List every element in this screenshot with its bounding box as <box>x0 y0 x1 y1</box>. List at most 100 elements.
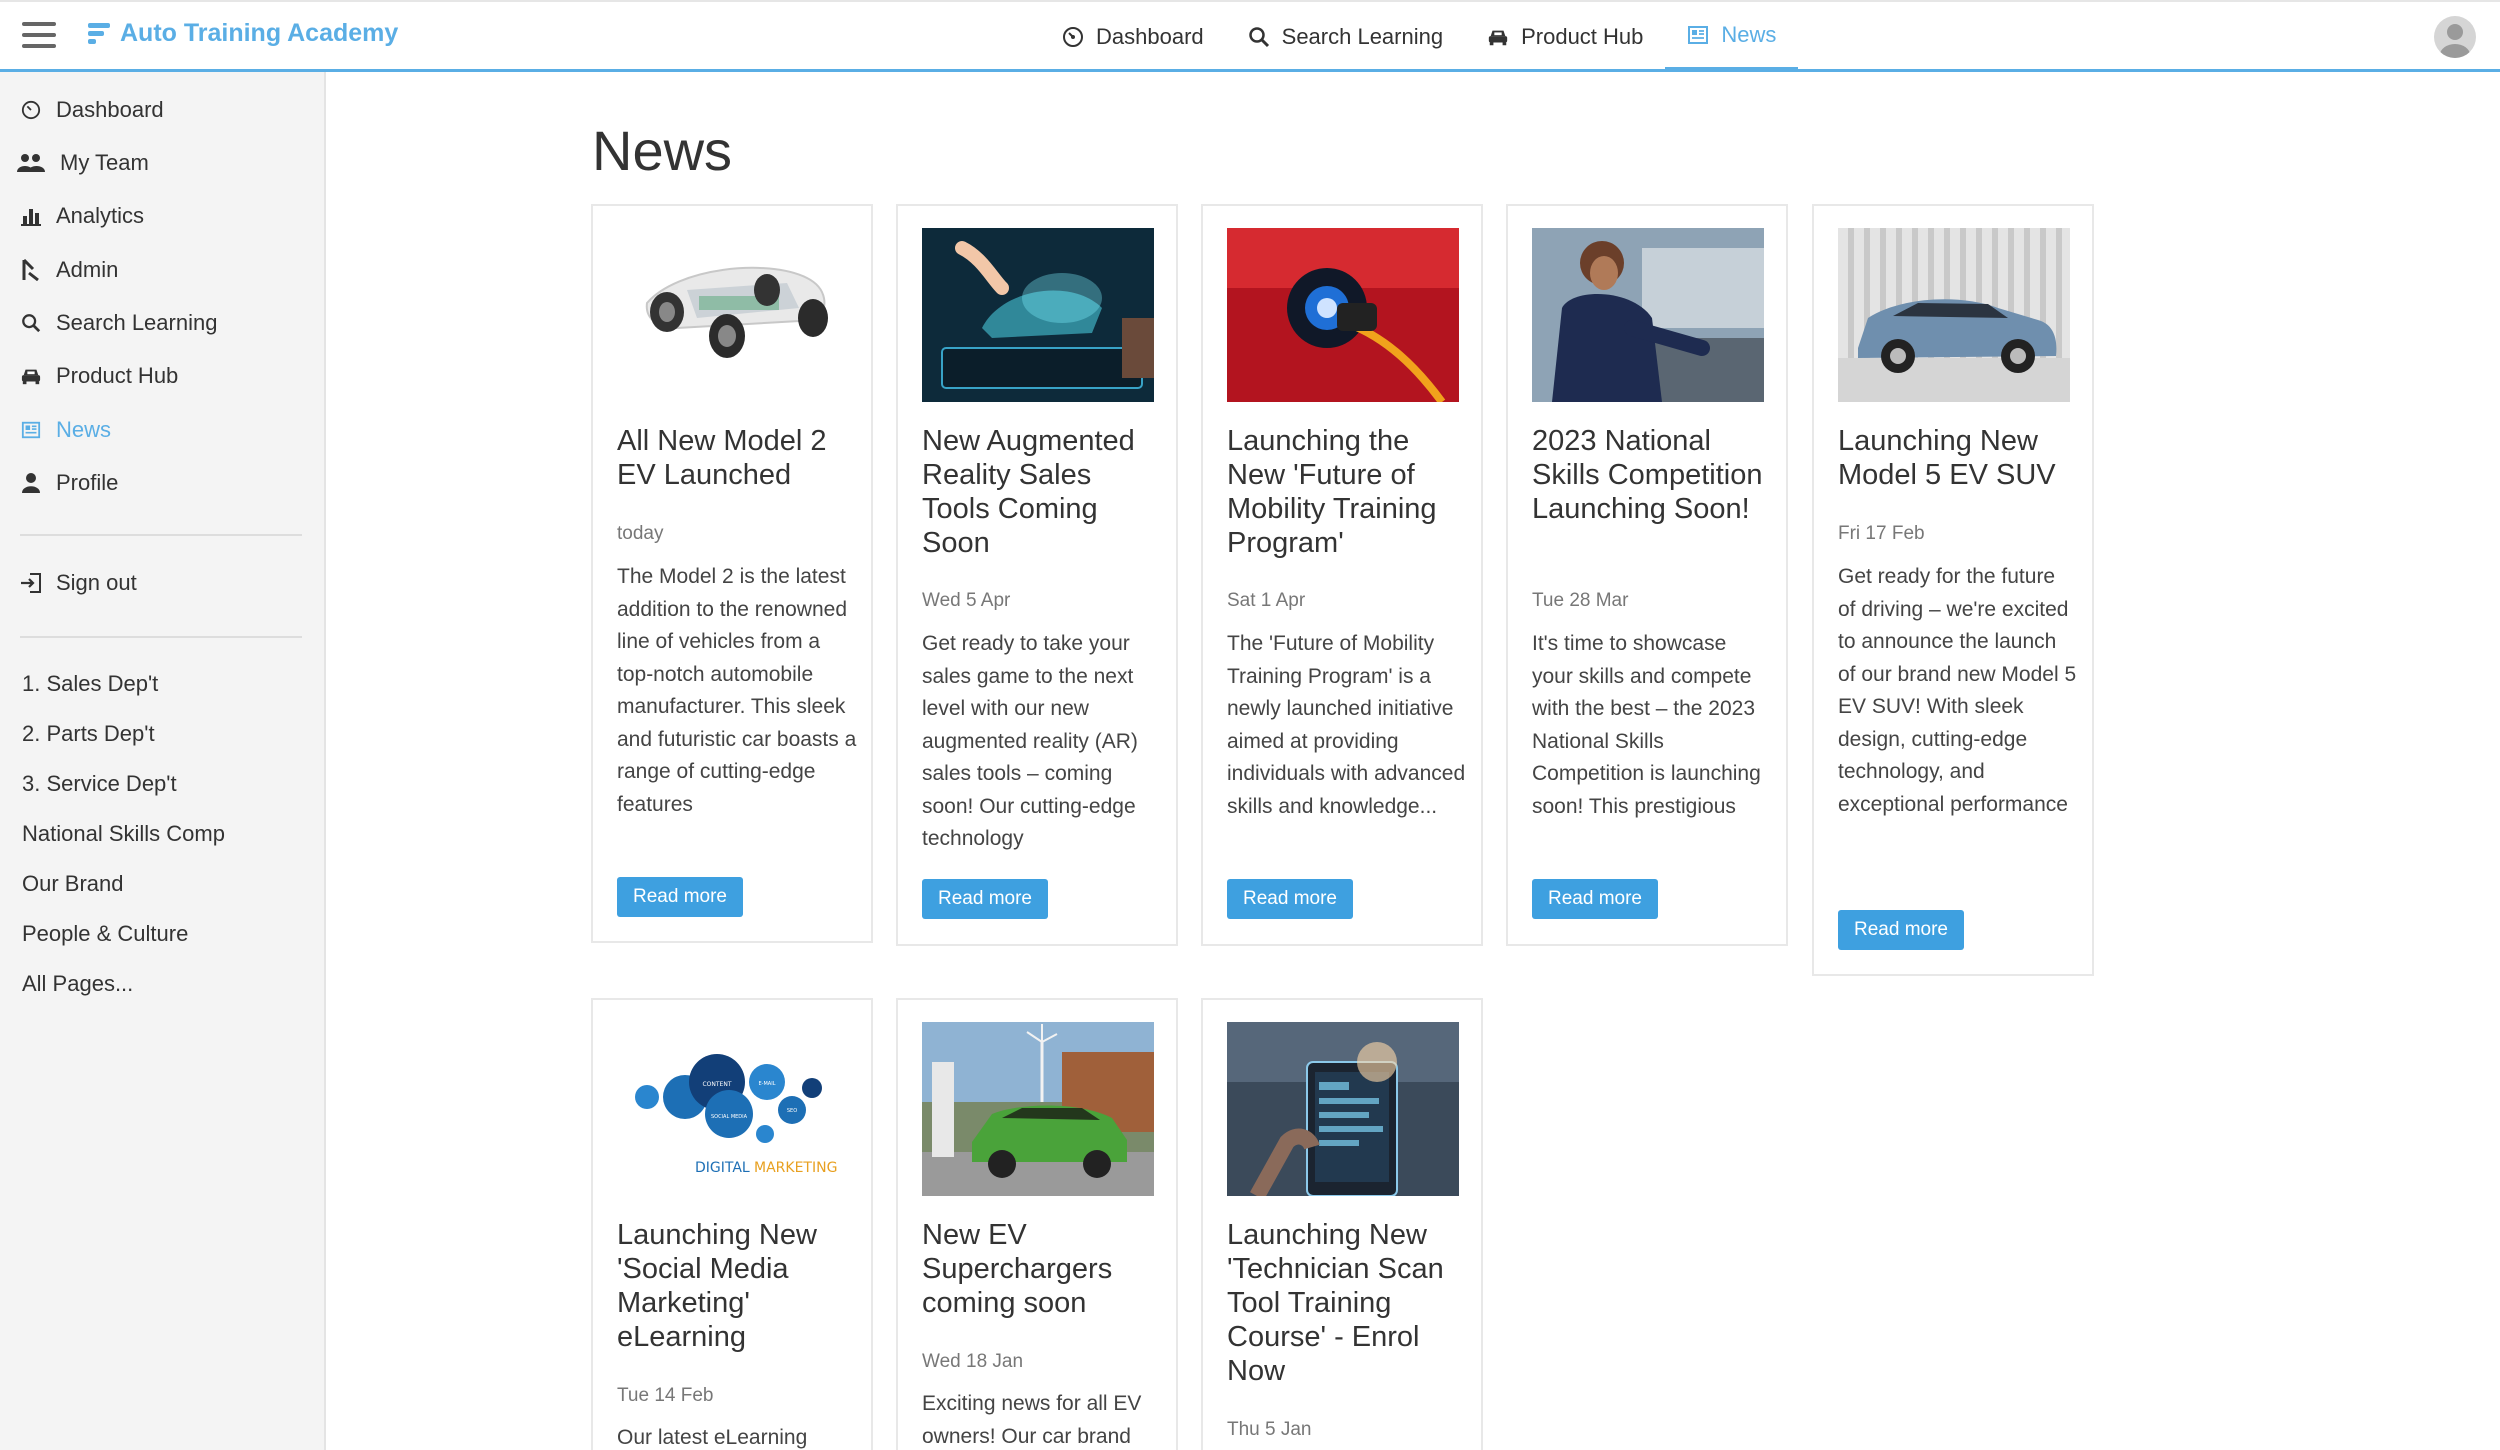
sidebar-item-search-learning[interactable]: Search Learning <box>20 310 217 336</box>
news-card-title[interactable]: All New Model 2 EV Launched <box>617 424 857 492</box>
top-bar: Auto Training Academy Dashboard Search L… <box>0 0 2500 72</box>
avatar[interactable] <box>2434 16 2476 58</box>
marketing-image-text: SEO <box>787 1108 797 1114</box>
news-card-title[interactable]: New Augmented Reality Sales Tools Coming… <box>922 424 1162 560</box>
sidebar-item-admin[interactable]: Admin <box>20 257 118 283</box>
sidebar-item-label: Analytics <box>56 203 145 228</box>
news-card-date: Wed 5 Apr <box>922 590 1011 611</box>
tab-label: Product Hub <box>1521 23 1644 49</box>
marketing-image-text: DIGITAL <box>695 1160 750 1176</box>
brand-name: Auto Training Academy <box>120 19 399 47</box>
read-more-button[interactable]: Read more <box>1838 910 1964 950</box>
news-card[interactable]: All New Model 2 EV Launched today The Mo… <box>591 204 873 943</box>
sidebar: Dashboard My Team Analytics Admin Search… <box>0 72 326 1450</box>
news-card-title[interactable]: Launching the New 'Future of Mobility Tr… <box>1227 424 1467 560</box>
digital-marketing-image: CONTENT SOCIAL MEDIA E-MAIL SEO DIGITAL … <box>617 1022 849 1196</box>
sidebar-link-national-skills[interactable]: National Skills Comp <box>22 821 225 847</box>
sidebar-divider <box>20 534 302 536</box>
brand-logo-icon <box>88 21 110 47</box>
car-icon <box>20 365 42 387</box>
news-card-excerpt: The 'Future of Mobility Training Program… <box>1227 632 1466 818</box>
technician-image <box>1532 228 1764 402</box>
sidebar-divider <box>20 636 302 638</box>
sidebar-link-our-brand[interactable]: Our Brand <box>22 871 124 897</box>
sidebar-item-label: My Team <box>60 150 149 175</box>
marketing-image-text: E-MAIL <box>759 1081 776 1087</box>
news-card-title[interactable]: Launching New 'Social Media Marketing' e… <box>617 1218 857 1354</box>
ev-chassis-image <box>617 228 849 402</box>
sidebar-item-profile[interactable]: Profile <box>20 470 118 496</box>
news-card-excerpt: It's time to showcase your skills and co… <box>1532 632 1761 818</box>
news-card[interactable]: Launching New 'Technician Scan Tool Trai… <box>1201 998 1483 1450</box>
news-card-date: Sat 1 Apr <box>1227 590 1306 611</box>
sidebar-item-sign-out[interactable]: Sign out <box>20 570 137 596</box>
sidebar-item-label: Profile <box>56 470 119 495</box>
news-card-excerpt: The Model 2 is the latest addition to th… <box>617 565 857 816</box>
news-card-excerpt: Our latest eLearning <box>617 1426 808 1449</box>
news-icon <box>1687 24 1709 46</box>
sidebar-link-service[interactable]: 3. Service Dep't <box>22 771 177 797</box>
sidebar-item-news[interactable]: News <box>20 417 111 443</box>
read-more-button[interactable]: Read more <box>1532 879 1658 919</box>
news-card[interactable]: CONTENT SOCIAL MEDIA E-MAIL SEO DIGITAL … <box>591 998 873 1450</box>
sidebar-item-analytics[interactable]: Analytics <box>20 203 144 229</box>
sidebar-item-label: Product Hub <box>56 363 179 388</box>
news-icon <box>20 419 42 441</box>
search-icon <box>20 312 42 334</box>
tab-label: News <box>1721 21 1777 47</box>
news-card[interactable]: New EV Superchargers coming soon Wed 18 … <box>896 998 1178 1450</box>
news-card[interactable]: Launching New Model 5 EV SUV Fri 17 Feb … <box>1812 204 2094 976</box>
sidebar-item-label: Sign out <box>56 570 137 595</box>
ar-tablet-image <box>922 228 1154 402</box>
news-card-excerpt: Get ready for the future of driving – we… <box>1838 565 2077 816</box>
news-card[interactable]: Launching the New 'Future of Mobility Tr… <box>1201 204 1483 946</box>
news-card-date: Wed 18 Jan <box>922 1351 1024 1372</box>
admin-icon <box>20 259 42 281</box>
brand[interactable]: Auto Training Academy <box>88 19 398 48</box>
sign-out-icon <box>20 572 42 594</box>
news-card[interactable]: 2023 National Skills Competition Launchi… <box>1506 204 1788 946</box>
sidebar-item-label: Dashboard <box>56 97 164 122</box>
news-card-excerpt: Exciting news for all EV owners! Our car… <box>922 1392 1142 1448</box>
sidebar-item-label: Admin <box>56 257 119 282</box>
team-icon <box>16 152 46 174</box>
tab-news[interactable]: News <box>1665 2 1799 71</box>
sidebar-item-dashboard[interactable]: Dashboard <box>20 97 164 123</box>
news-card-date: Fri 17 Feb <box>1838 523 1925 544</box>
car-icon <box>1487 26 1509 48</box>
tab-product-hub[interactable]: Product Hub <box>1465 2 1665 71</box>
news-card-date: today <box>617 523 664 544</box>
news-card-date: Tue 28 Mar <box>1532 590 1629 611</box>
sidebar-link-people-culture[interactable]: People & Culture <box>22 921 188 947</box>
marketing-image-text: SOCIAL MEDIA <box>711 1114 748 1120</box>
news-card-title[interactable]: 2023 National Skills Competition Launchi… <box>1532 424 1772 526</box>
marketing-image-text: CONTENT <box>702 1081 731 1088</box>
analytics-icon <box>20 205 42 227</box>
news-card-title[interactable]: New EV Superchargers coming soon <box>922 1218 1162 1320</box>
news-card-date: Tue 14 Feb <box>617 1385 714 1406</box>
news-card-title[interactable]: Launching New 'Technician Scan Tool Trai… <box>1227 1218 1467 1388</box>
news-card[interactable]: New Augmented Reality Sales Tools Coming… <box>896 204 1178 946</box>
supercharger-image <box>922 1022 1154 1196</box>
dashboard-icon <box>1062 26 1084 48</box>
sidebar-link-sales[interactable]: 1. Sales Dep't <box>22 671 158 697</box>
tab-label: Search Learning <box>1281 23 1444 49</box>
tab-search-learning[interactable]: Search Learning <box>1226 2 1465 71</box>
read-more-button[interactable]: Read more <box>617 877 743 917</box>
sidebar-item-my-team[interactable]: My Team <box>16 150 149 176</box>
search-icon <box>1248 26 1270 48</box>
top-nav: Dashboard Search Learning Product Hub Ne… <box>1040 2 1799 71</box>
read-more-button[interactable]: Read more <box>922 879 1048 919</box>
news-card-excerpt: Get ready to take your sales game to the… <box>922 632 1138 850</box>
sidebar-link-parts[interactable]: 2. Parts Dep't <box>22 721 155 747</box>
menu-icon[interactable] <box>22 22 56 52</box>
sidebar-link-all-pages[interactable]: All Pages... <box>22 971 133 997</box>
ev-charging-image <box>1227 228 1459 402</box>
profile-icon <box>20 472 42 494</box>
tab-dashboard[interactable]: Dashboard <box>1040 2 1226 71</box>
suv-image <box>1838 228 2070 402</box>
sidebar-item-product-hub[interactable]: Product Hub <box>20 363 178 389</box>
read-more-button[interactable]: Read more <box>1227 879 1353 919</box>
dashboard-icon <box>20 99 42 121</box>
news-card-title[interactable]: Launching New Model 5 EV SUV <box>1838 424 2078 492</box>
